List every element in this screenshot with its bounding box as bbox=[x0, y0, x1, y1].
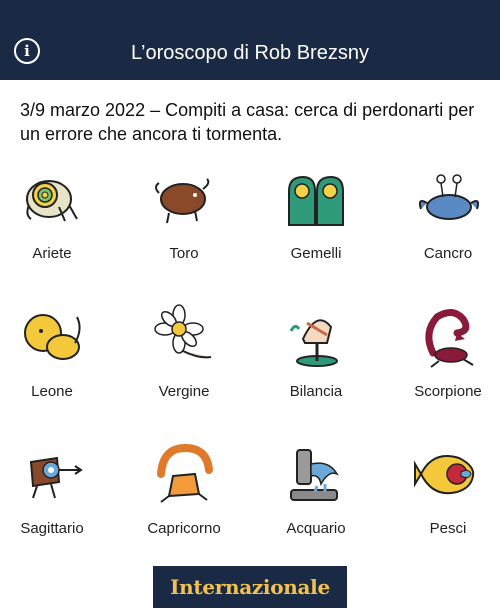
sign-label: Ariete bbox=[32, 245, 72, 262]
internazionale-logo[interactable]: Internazionale bbox=[153, 566, 347, 608]
sign-label: Sagittario bbox=[20, 520, 84, 537]
bilancia-icon bbox=[289, 319, 338, 367]
sign-gemelli[interactable]: Gemelli bbox=[261, 165, 371, 275]
sign-sagittario[interactable]: Sagittario bbox=[0, 440, 107, 550]
sign-pesci[interactable]: Pesci bbox=[393, 440, 500, 550]
sign-label: Cancro bbox=[423, 245, 473, 262]
scorpione-icon bbox=[425, 309, 474, 368]
sign-cancro[interactable]: Cancro bbox=[393, 165, 500, 275]
sign-label: Vergine bbox=[158, 383, 210, 400]
sign-leone[interactable]: Leone bbox=[0, 303, 107, 413]
toro-icon bbox=[155, 178, 210, 224]
sign-label: Scorpione bbox=[414, 383, 482, 400]
sagittario-icon bbox=[29, 456, 83, 499]
intro-text: 3/9 marzo 2022 – Compiti a casa: cerca d… bbox=[20, 100, 475, 144]
sign-label: Acquario bbox=[286, 520, 346, 537]
app-header: i L’oroscopo di Rob Brezsny bbox=[0, 0, 500, 80]
sign-label: Gemelli bbox=[290, 245, 342, 262]
leone-icon bbox=[24, 314, 81, 360]
ariete-icon bbox=[26, 180, 78, 222]
sign-ariete[interactable]: Ariete bbox=[0, 165, 107, 275]
sign-label: Leone bbox=[31, 383, 73, 400]
sign-toro[interactable]: Toro bbox=[129, 165, 239, 275]
acquario-icon bbox=[290, 449, 339, 501]
sign-label: Pesci bbox=[429, 520, 467, 537]
capricorno-icon bbox=[157, 443, 213, 503]
sign-label: Capricorno bbox=[147, 520, 221, 537]
sign-label: Bilancia bbox=[289, 383, 343, 400]
sign-bilancia[interactable]: Bilancia bbox=[261, 303, 371, 413]
sign-scorpione[interactable]: Scorpione bbox=[393, 303, 500, 413]
logo-text: Internazionale bbox=[170, 575, 330, 599]
pesci-icon bbox=[414, 455, 475, 495]
page-title: L’oroscopo di Rob Brezsny bbox=[131, 42, 369, 64]
vergine-icon bbox=[154, 304, 212, 359]
sign-vergine[interactable]: Vergine bbox=[129, 303, 239, 413]
cancro-icon bbox=[418, 174, 480, 220]
sign-label: Toro bbox=[169, 245, 199, 262]
sign-acquario[interactable]: Acquario bbox=[261, 440, 371, 550]
sign-capricorno[interactable]: Capricorno bbox=[129, 440, 239, 550]
gemelli-icon bbox=[288, 175, 344, 226]
